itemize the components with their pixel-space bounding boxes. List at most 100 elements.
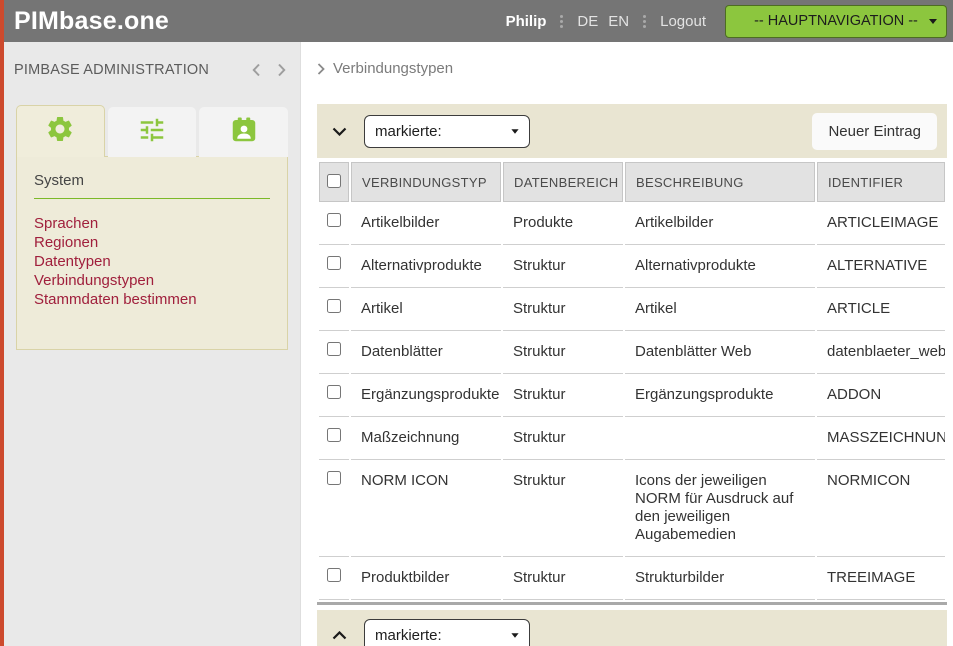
cell-verbindungstyp: Alternativprodukte (351, 245, 501, 288)
breadcrumb-chevron-icon (317, 63, 325, 75)
bulk-action-select[interactable]: markierte: (364, 115, 530, 148)
dots-separator-icon (642, 15, 647, 28)
cell-verbindungstyp: Produktbilder (351, 557, 501, 600)
table-row: Artikel Struktur Artikel ARTICLE (319, 288, 945, 331)
row-checkbox[interactable] (327, 471, 341, 485)
panel-section-title: System (34, 172, 270, 189)
breadcrumb-current: Verbindungstypen (333, 60, 453, 77)
chevron-down-icon (929, 19, 937, 24)
cell-verbindungstyp: NORM ICON (351, 460, 501, 557)
cell-verbindungstyp: Artikelbilder (351, 202, 501, 245)
bulk-action-select[interactable]: markierte: (364, 619, 530, 646)
cell-beschreibung: Ergänzungsprodukte (625, 374, 815, 417)
cell-datenbereich: Struktur (503, 460, 623, 557)
row-checkbox[interactable] (327, 256, 341, 270)
cell-beschreibung (625, 417, 815, 460)
sidebar-link-stammdaten[interactable]: Stammdaten bestimmen (34, 290, 270, 309)
language-de-link[interactable]: DE (577, 13, 598, 30)
cell-identifier: ALTERNATIVE (817, 245, 945, 288)
app-logo: PIMbase.one (14, 7, 169, 36)
cell-identifier: TREEIMAGE (817, 557, 945, 600)
expand-toolbar-icon[interactable] (330, 629, 349, 642)
toolbar-bottom: markierte: (317, 610, 947, 646)
table-row: Produktbilder Struktur Strukturbilder TR… (319, 557, 945, 600)
table-row: Artikelbilder Produkte Artikelbilder ART… (319, 202, 945, 245)
col-header-verbindungstyp: VERBINDUNGSTYP (351, 162, 501, 202)
row-checkbox[interactable] (327, 213, 341, 227)
system-panel: System Sprachen Regionen Datentypen Verb… (16, 156, 288, 350)
table-row: Ergänzungsprodukte Struktur Ergänzungspr… (319, 374, 945, 417)
cell-verbindungstyp: Datenblätter (351, 331, 501, 374)
cell-verbindungstyp: Maßzeichnung (351, 417, 501, 460)
bulk-action-value: markierte: (375, 627, 442, 644)
cell-identifier: ADDON (817, 374, 945, 417)
cell-verbindungstyp: Artikel (351, 288, 501, 331)
table-row: Datenblätter Struktur Datenblätter Web d… (319, 331, 945, 374)
user-badge-icon (229, 115, 259, 150)
main-navigation-label: -- HAUPTNAVIGATION -- (754, 13, 918, 29)
tab-users[interactable] (199, 107, 288, 157)
cell-datenbereich: Struktur (503, 288, 623, 331)
cell-beschreibung: Datenblätter Web (625, 331, 815, 374)
cell-datenbereich: Struktur (503, 331, 623, 374)
cell-identifier: NORMICON (817, 460, 945, 557)
breadcrumb: Verbindungstypen (317, 60, 947, 77)
cell-beschreibung: Artikelbilder (625, 202, 815, 245)
cell-beschreibung: Icons der jeweiligen NORM für Ausdruck a… (625, 460, 815, 557)
tune-sliders-icon (137, 115, 167, 150)
table-row: Alternativprodukte Struktur Alternativpr… (319, 245, 945, 288)
sidebar-link-datentypen[interactable]: Datentypen (34, 252, 270, 271)
tab-configuration[interactable] (108, 107, 197, 157)
green-divider (34, 198, 270, 199)
cell-identifier: datenblaeter_web (817, 331, 945, 374)
sidebar-next-icon[interactable] (277, 63, 286, 77)
cell-datenbereich: Struktur (503, 245, 623, 288)
topbar: PIMbase.one Philip DE EN Logout -- HAUPT… (0, 0, 953, 42)
cell-datenbereich: Struktur (503, 374, 623, 417)
col-header-datenbereich: DATENBEREICH (503, 162, 623, 202)
cell-datenbereich: Struktur (503, 557, 623, 600)
dots-separator-icon (559, 15, 564, 28)
sidebar-prev-icon[interactable] (252, 63, 261, 77)
sidebar-link-regionen[interactable]: Regionen (34, 233, 270, 252)
cell-beschreibung: Artikel (625, 288, 815, 331)
verbindungstypen-table: VERBINDUNGSTYP DATENBEREICH BESCHREIBUNG… (317, 162, 947, 600)
sidebar: PIMBASE ADMINISTRATION (0, 42, 301, 646)
row-checkbox[interactable] (327, 428, 341, 442)
gear-icon (45, 114, 75, 149)
sidebar-link-sprachen[interactable]: Sprachen (34, 214, 270, 233)
main-content: Verbindungstypen markierte: Neuer Eintra… (301, 42, 953, 646)
row-checkbox[interactable] (327, 299, 341, 313)
chevron-down-icon (511, 129, 518, 134)
col-header-identifier: IDENTIFIER (817, 162, 945, 202)
row-checkbox[interactable] (327, 568, 341, 582)
cell-datenbereich: Produkte (503, 202, 623, 245)
table-row: Maßzeichnung Struktur MASSZEICHNUNG (319, 417, 945, 460)
cell-verbindungstyp: Ergänzungsprodukte (351, 374, 501, 417)
logout-link[interactable]: Logout (660, 13, 706, 30)
bulk-action-value: markierte: (375, 123, 442, 140)
table-end-divider (317, 602, 947, 605)
sidebar-link-verbindungstypen[interactable]: Verbindungstypen (34, 271, 270, 290)
cell-beschreibung: Strukturbilder (625, 557, 815, 600)
row-checkbox[interactable] (327, 342, 341, 356)
page-edge-accent (0, 0, 4, 646)
select-all-checkbox[interactable] (327, 174, 341, 188)
main-navigation-select[interactable]: -- HAUPTNAVIGATION -- (725, 5, 947, 38)
user-name: Philip (506, 13, 547, 30)
new-entry-button[interactable]: Neuer Eintrag (812, 113, 937, 150)
cell-identifier: ARTICLE (817, 288, 945, 331)
row-checkbox[interactable] (327, 385, 341, 399)
toolbar-top: markierte: Neuer Eintrag (317, 104, 947, 158)
sidebar-title: PIMBASE ADMINISTRATION (14, 62, 209, 78)
cell-datenbereich: Struktur (503, 417, 623, 460)
language-en-link[interactable]: EN (608, 13, 629, 30)
collapse-toolbar-icon[interactable] (330, 125, 349, 138)
col-header-beschreibung: BESCHREIBUNG (625, 162, 815, 202)
cell-identifier: MASSZEICHNUNG (817, 417, 945, 460)
tab-settings[interactable] (16, 105, 105, 157)
table-row: NORM ICON Struktur Icons der jeweiligen … (319, 460, 945, 557)
table-header-row: VERBINDUNGSTYP DATENBEREICH BESCHREIBUNG… (319, 162, 945, 202)
cell-beschreibung: Alternativprodukte (625, 245, 815, 288)
cell-identifier: ARTICLEIMAGE (817, 202, 945, 245)
